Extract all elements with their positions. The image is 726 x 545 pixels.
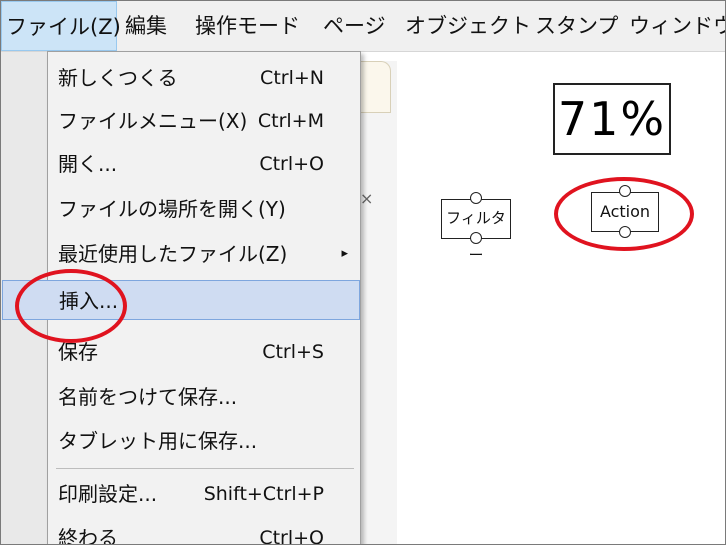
menu-item-label: 名前をつけて保存... — [58, 385, 238, 409]
menu-edit[interactable]: 編集 — [121, 1, 171, 51]
menu-bar: ファイル(Z) 編集 操作モード ページ オブジェクト スタンプ ウィンドウ — [1, 1, 725, 52]
menu-file[interactable]: ファイル(Z) — [1, 1, 121, 51]
menu-separator — [56, 468, 354, 469]
menu-item-label: 終わる — [58, 526, 118, 545]
menu-item-label: 最近使用したファイル(Z) — [58, 242, 288, 266]
menu-item-shortcut: Ctrl+M — [257, 110, 324, 132]
menu-item-shortcut: Ctrl+S — [262, 341, 324, 363]
menu-item-save[interactable]: 保存 Ctrl+S — [48, 332, 360, 372]
menu-page[interactable]: ページ — [319, 1, 390, 51]
menu-item-shortcut: Ctrl+N — [260, 67, 324, 89]
submenu-arrow-icon: ▸ — [341, 246, 348, 261]
menu-item-label: 印刷設定... — [58, 482, 158, 506]
file-menu-dropdown: 新しくつくる Ctrl+N ファイルメニュー(X) Ctrl+M 開く... C… — [2, 51, 361, 545]
action-node-output-port[interactable] — [619, 226, 631, 238]
menu-item-open[interactable]: 開く... Ctrl+O — [48, 144, 360, 184]
menu-object[interactable]: オブジェクト — [401, 1, 535, 51]
menu-operation-mode[interactable]: 操作モード — [191, 1, 304, 51]
menu-item-label: 開く... — [58, 152, 118, 176]
filter-node-input-port[interactable] — [470, 192, 482, 204]
filter-node-output-port[interactable] — [470, 232, 482, 244]
menu-item-quit[interactable]: 終わる Ctrl+Q — [48, 518, 360, 545]
menu-item-new[interactable]: 新しくつくる Ctrl+N — [48, 58, 360, 98]
menu-item-shortcut: Ctrl+O — [259, 153, 324, 175]
menu-item-save-as[interactable]: 名前をつけて保存... — [48, 377, 360, 417]
menu-item-shortcut: Ctrl+Q — [259, 527, 324, 545]
panel-tab[interactable] — [360, 61, 391, 113]
menu-item-file-menu[interactable]: ファイルメニュー(X) Ctrl+M — [48, 101, 360, 141]
menu-item-open-file-location[interactable]: ファイルの場所を開く(Y) — [48, 189, 360, 229]
menu-item-print-settings[interactable]: 印刷設定... Shift+Ctrl+P — [48, 474, 360, 514]
app-window: × 71% フィルター Action ファイル(Z) 編集 操作モード ページ … — [0, 0, 726, 545]
side-panel: × — [359, 61, 398, 544]
menu-item-shortcut: Shift+Ctrl+P — [203, 483, 324, 505]
menu-item-recent-files[interactable]: 最近使用したファイル(Z) ▸ — [48, 234, 360, 274]
close-icon[interactable]: × — [360, 189, 373, 208]
menu-window[interactable]: ウィンドウ — [625, 1, 725, 51]
menu-item-label: タブレット用に保存... — [58, 429, 258, 453]
zoom-level-display: 71% — [553, 83, 671, 155]
menu-stamp[interactable]: スタンプ — [531, 1, 622, 51]
menu-item-label: 挿入... — [59, 289, 119, 313]
menu-item-label: 保存 — [58, 340, 98, 364]
menu-item-insert[interactable]: 挿入... — [2, 280, 360, 320]
action-node-input-port[interactable] — [619, 185, 631, 197]
action-node-label: Action — [599, 202, 651, 221]
menu-item-label: ファイルメニュー(X) — [58, 109, 248, 133]
menu-item-label: 新しくつくる — [58, 66, 178, 90]
menu-item-label: ファイルの場所を開く(Y) — [58, 197, 286, 221]
menu-item-save-for-tablet[interactable]: タブレット用に保存... — [48, 421, 360, 461]
